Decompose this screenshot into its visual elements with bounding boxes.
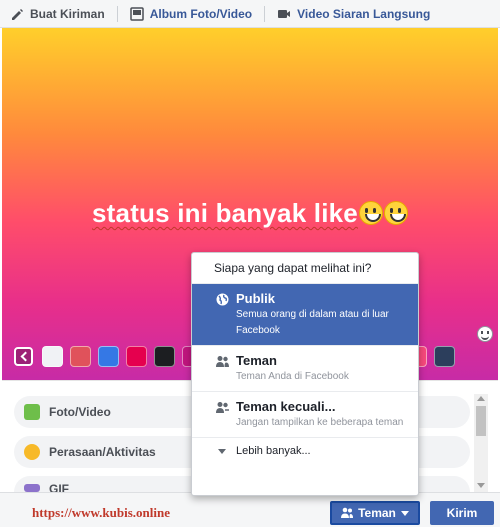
grinning-emoji-icon: [358, 201, 383, 225]
audience-option-friends-except[interactable]: Teman kecuali... Jangan tampilkan ke beb…: [192, 392, 418, 438]
background-back-button[interactable]: [14, 347, 33, 366]
background-swatch[interactable]: [70, 346, 91, 367]
audience-dropdown-header: Siapa yang dapat melihat ini?: [192, 253, 418, 284]
audience-option-title: Publik: [236, 291, 276, 306]
album-icon: [129, 6, 144, 21]
composer-footer: https://www.kubis.online Teman Kirim: [0, 492, 500, 527]
chevron-down-icon: [218, 448, 226, 454]
audience-option-friends[interactable]: Teman Teman Anda di Facebook: [192, 346, 418, 392]
tab-photo-album-label: Album Foto/Video: [149, 6, 253, 21]
scrollbar-thumb[interactable]: [476, 406, 486, 436]
background-swatch[interactable]: [98, 346, 119, 367]
smiley-icon: [24, 444, 40, 460]
watermark-url: https://www.kubis.online: [32, 505, 170, 520]
chevron-down-icon: [400, 510, 409, 516]
photo-icon: [24, 404, 40, 420]
video-camera-icon: [277, 7, 291, 21]
tab-live-video-label: Video Siaran Langsung: [297, 6, 431, 21]
composer-tabs: Buat Kiriman Album Foto/Video Video Siar…: [0, 0, 500, 28]
audience-selector-label: Teman: [358, 506, 396, 520]
background-swatch[interactable]: [434, 346, 455, 367]
tab-create-post[interactable]: Buat Kiriman: [10, 0, 117, 28]
option-feeling-activity-label: Perasaan/Aktivitas: [49, 445, 156, 459]
friends-icon: [341, 507, 354, 519]
background-swatch[interactable]: [42, 346, 63, 367]
friends-icon: [216, 355, 229, 368]
audience-option-description: Semua orang di dalam atau di luar Facebo…: [236, 309, 389, 336]
scroll-down-arrow-icon[interactable]: [477, 483, 485, 488]
pencil-icon: [10, 7, 24, 21]
audience-more-options[interactable]: Lebih banyak...: [192, 438, 418, 464]
background-swatch[interactable]: [126, 346, 147, 367]
audience-option-description: Jangan tampilkan ke beberapa teman: [236, 417, 404, 428]
grinning-emoji-icon: [383, 201, 408, 225]
audience-option-description: Teman Anda di Facebook: [236, 371, 349, 382]
gif-icon: [24, 484, 40, 492]
tab-live-video[interactable]: Video Siaran Langsung: [277, 0, 442, 28]
status-text-content: status ini banyak like: [92, 198, 358, 228]
audience-more-label: Lebih banyak...: [236, 445, 311, 457]
tab-photo-album[interactable]: Album Foto/Video: [129, 0, 264, 28]
option-photo-video-label: Foto/Video: [49, 405, 111, 419]
scroll-up-arrow-icon[interactable]: [477, 396, 485, 401]
audience-option-public[interactable]: Publik Semua orang di dalam atau di luar…: [192, 284, 418, 346]
option-gif-label: GIF: [49, 482, 69, 492]
status-text[interactable]: status ini banyak like: [2, 198, 498, 229]
audience-option-title: Teman: [236, 353, 277, 368]
globe-icon: [216, 293, 229, 306]
friends-except-icon: [216, 401, 229, 414]
audience-dropdown: Siapa yang dapat melihat ini? Publik Sem…: [191, 252, 419, 496]
options-scrollbar[interactable]: [474, 394, 488, 494]
emoji-picker-icon[interactable]: [477, 326, 493, 342]
send-button[interactable]: Kirim: [430, 501, 494, 525]
background-swatch[interactable]: [154, 346, 175, 367]
tab-divider: [116, 5, 118, 22]
audience-option-title: Teman kecuali...: [236, 399, 336, 414]
tab-divider: [264, 5, 266, 22]
audience-selector-button[interactable]: Teman: [330, 501, 420, 525]
tab-create-post-label: Buat Kiriman: [30, 6, 105, 21]
